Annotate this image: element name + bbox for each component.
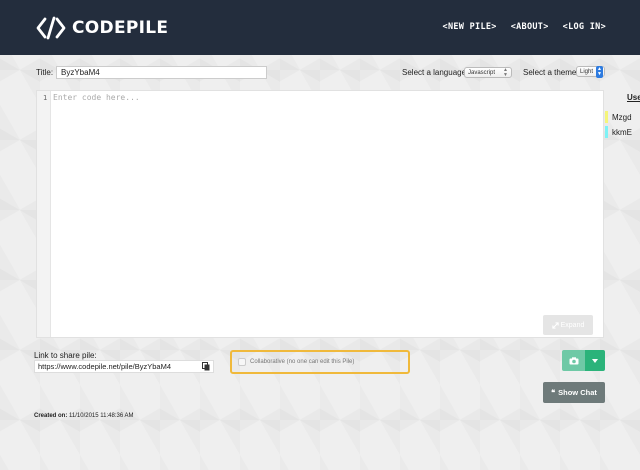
- show-chat-button[interactable]: ❝ Show Chat: [543, 382, 605, 403]
- snapshot-dropdown-button[interactable]: [585, 350, 605, 371]
- expand-button[interactable]: Expand: [543, 315, 593, 335]
- title-input[interactable]: [56, 66, 267, 79]
- code-editor[interactable]: 1 Enter code here... Expand: [36, 90, 604, 338]
- collaborative-option: Collaborative (no one can edit this Pile…: [230, 350, 410, 374]
- caret-down-icon: [592, 358, 598, 363]
- top-header: CODEPILE <NEW PILE> <ABOUT> <LOG IN>: [0, 0, 640, 55]
- theme-select-value: Light: [580, 68, 594, 75]
- camera-icon: [569, 356, 578, 364]
- copy-icon[interactable]: [202, 362, 210, 371]
- expand-label: Expand: [560, 321, 585, 329]
- line-gutter: 1: [37, 91, 51, 337]
- language-label: Select a language:: [402, 68, 469, 77]
- show-chat-label: Show Chat: [558, 388, 597, 397]
- theme-label: Select a theme:: [523, 68, 579, 77]
- select-arrows-icon: ▲ ▼: [596, 65, 603, 78]
- code-brackets-icon: [36, 16, 66, 40]
- user-item: Mzgd: [605, 111, 632, 123]
- user-name: kkmE: [612, 127, 632, 137]
- created-on: Created on: 11/10/2015 11:48:36 AM: [34, 413, 134, 419]
- title-label: Title:: [36, 68, 54, 77]
- brand-logo[interactable]: CODEPILE: [36, 16, 168, 40]
- nav-new-pile[interactable]: <NEW PILE>: [443, 22, 497, 32]
- brand-name: CODEPILE: [72, 18, 169, 38]
- expand-arrows-icon: [551, 321, 559, 329]
- user-color-marker: [605, 111, 608, 123]
- nav-about[interactable]: <ABOUT>: [511, 22, 549, 32]
- user-color-marker: [605, 126, 608, 138]
- user-item: kkmE: [605, 126, 632, 138]
- select-arrows-icon: ▲ ▼: [503, 66, 508, 78]
- created-label: Created on:: [34, 413, 68, 419]
- snapshot-button[interactable]: [562, 350, 585, 371]
- quote-icon: ❝: [551, 388, 556, 397]
- collaborative-checkbox[interactable]: [238, 358, 246, 366]
- theme-select[interactable]: Light ▲ ▼: [576, 65, 605, 78]
- share-link-field[interactable]: https://www.codepile.net/pile/ByzYbaM4: [34, 360, 214, 373]
- users-title[interactable]: Use: [627, 93, 640, 102]
- collaborative-label: Collaborative (no one can edit this Pile…: [250, 359, 355, 365]
- language-select[interactable]: Javascript ▲ ▼: [464, 67, 512, 78]
- main-nav: <NEW PILE> <ABOUT> <LOG IN>: [443, 22, 606, 32]
- share-link-url: https://www.codepile.net/pile/ByzYbaM4: [38, 362, 171, 371]
- language-select-value: Javascript: [468, 69, 496, 76]
- nav-log-in[interactable]: <LOG IN>: [563, 22, 606, 32]
- editor-placeholder: Enter code here...: [53, 93, 140, 102]
- user-name: Mzgd: [612, 112, 632, 122]
- created-value: 11/10/2015 11:48:36 AM: [69, 413, 134, 419]
- line-number: 1: [43, 94, 48, 102]
- share-link-label: Link to share pile:: [34, 351, 97, 360]
